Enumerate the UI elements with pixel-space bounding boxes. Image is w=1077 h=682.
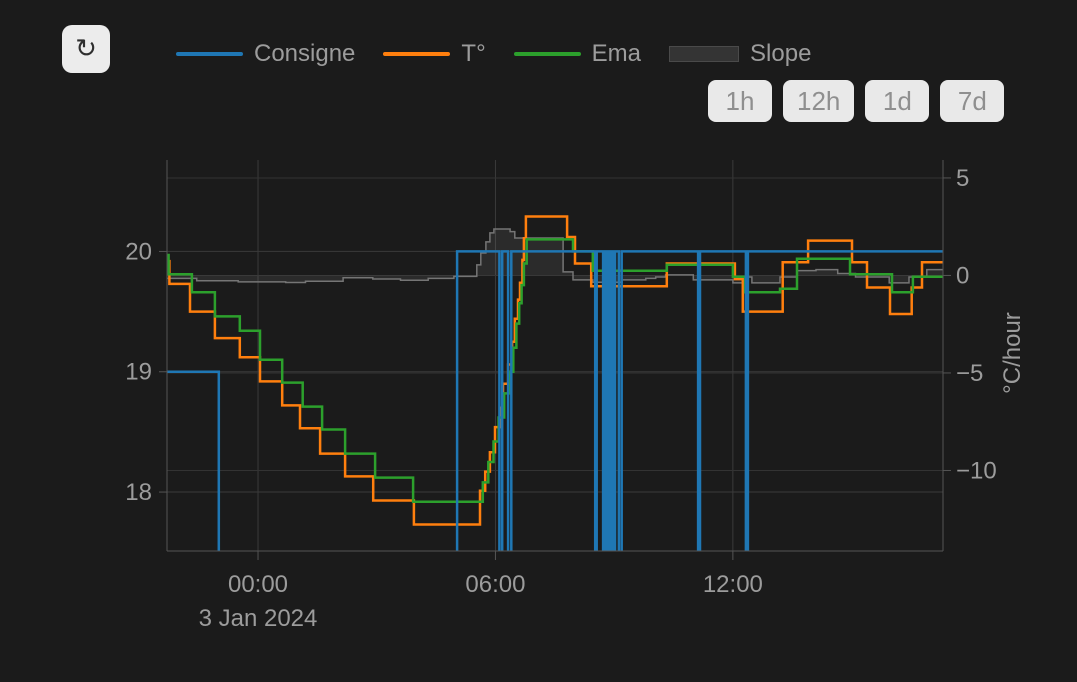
y-right-tick-label: 5 (956, 165, 969, 192)
climate-chart-widget: ↻ ConsigneT°EmaSlope 1h12h1d7d 00:0006:0… (0, 0, 1077, 682)
y-left-tick-label: 19 (125, 359, 152, 386)
chart-area: 00:00 06:00 12:00 3 Jan 2024 20 19 18 5 0 −5 −10 °C… (0, 0, 1077, 682)
x-tick-label: 12:00 (703, 571, 763, 598)
y-right-axis-title: °C/hour (999, 312, 1026, 394)
y-right-tick-label: −5 (956, 360, 983, 387)
y-left-tick-label: 20 (125, 238, 152, 265)
x-tick-label: 06:00 (465, 571, 525, 598)
plot-area[interactable] (167, 160, 943, 551)
x-axis-date-label: 3 Jan 2024 (199, 605, 318, 632)
y-left-tick-label: 18 (125, 479, 152, 506)
y-right-tick-label: 0 (956, 262, 969, 289)
x-tick-label: 00:00 (228, 571, 288, 598)
y-right-tick-label: −10 (956, 457, 997, 484)
